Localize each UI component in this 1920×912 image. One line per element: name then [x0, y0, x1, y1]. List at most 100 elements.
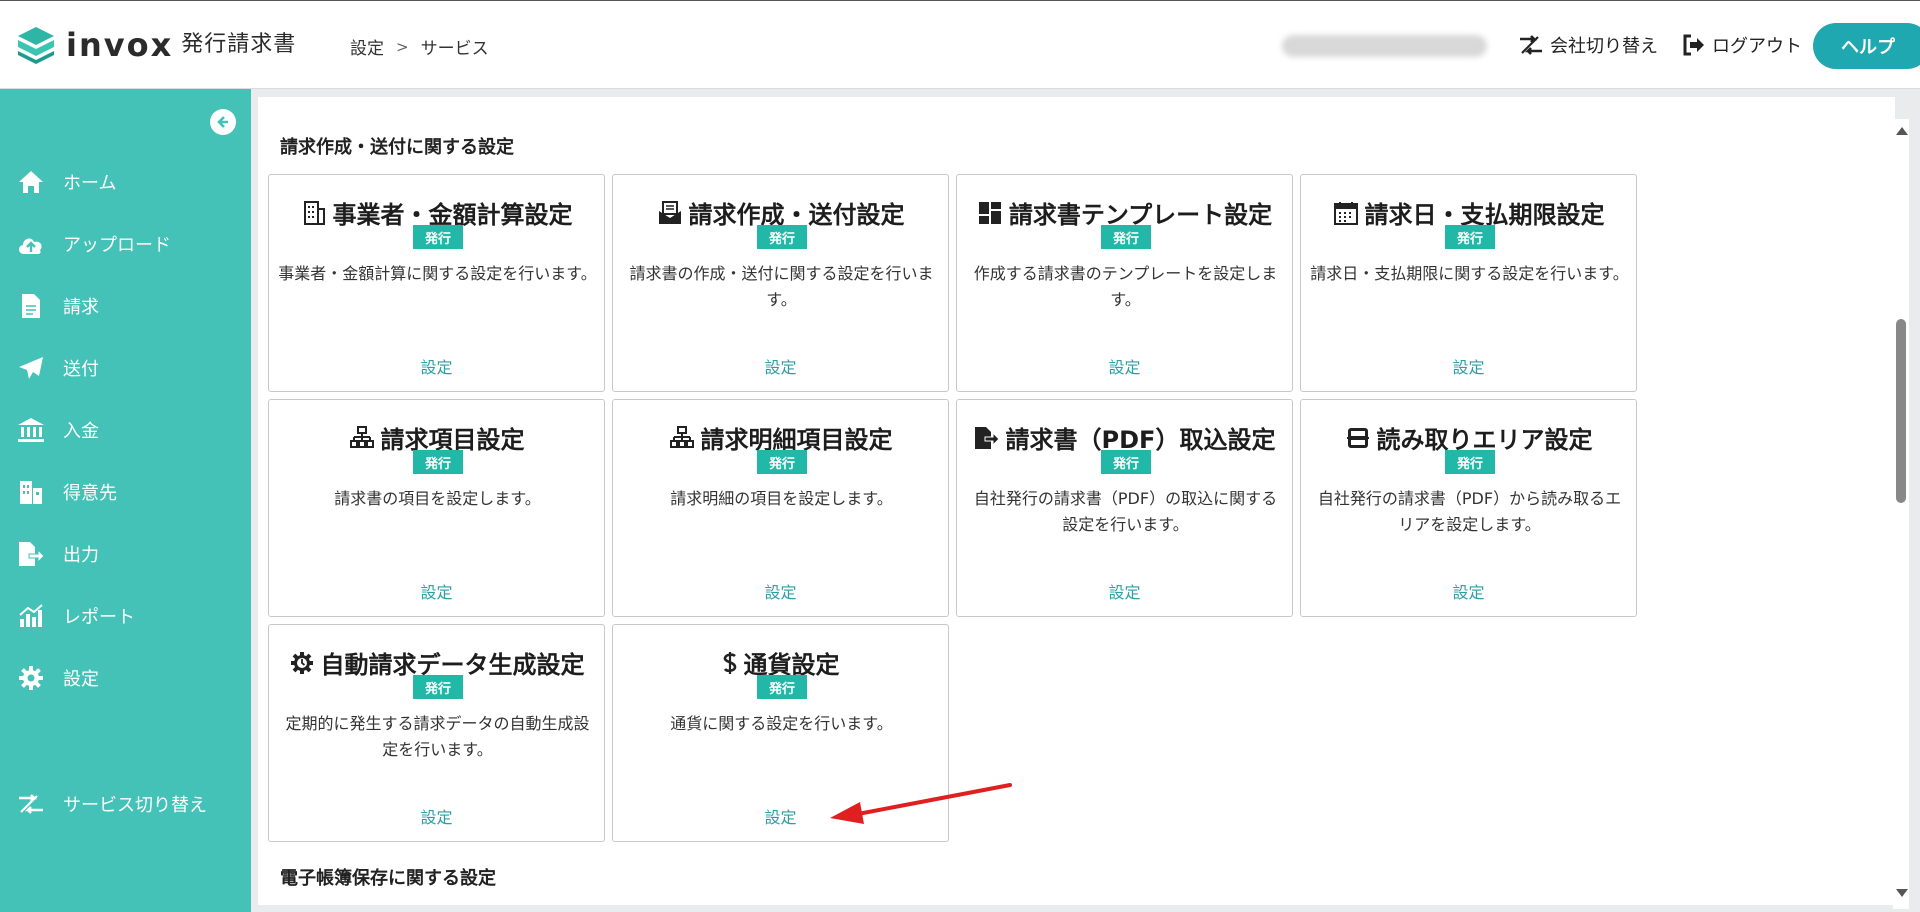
issue-badge: 発行 — [757, 675, 807, 699]
file-import-icon — [974, 425, 1000, 451]
service-switch-label: サービス切り替え — [63, 795, 207, 816]
card-settings-link[interactable]: 設定 — [613, 579, 948, 603]
logout-label: ログアウト — [1712, 36, 1802, 57]
logo-product-name: 発行請求書 — [181, 32, 297, 57]
envelope-icon — [657, 200, 683, 226]
switch-arrows-icon — [16, 789, 46, 819]
card-settings-link[interactable]: 設定 — [957, 579, 1292, 603]
card-description: 請求書の項目を設定します。 — [334, 489, 541, 508]
sidebar-item-label: 請求 — [63, 297, 99, 318]
sidebar: ホーム アップロード 請求 送付 入金 得意先 出力 レポート 設定 サービス切… — [0, 89, 251, 912]
card-description: 作成する請求書のテンプレートを設定します。 — [973, 264, 1278, 309]
section-title-e-book-storage: 電子帳簿保存に関する設定 — [280, 868, 496, 889]
card-business-calculation: 事業者・金額計算設定 発行 事業者・金額計算に関する設定を行います。 設定 — [268, 174, 605, 392]
sidebar-item-label: ホーム — [63, 173, 117, 194]
sidebar-item-home[interactable]: ホーム — [16, 167, 116, 197]
sitemap-icon — [669, 425, 695, 451]
card-settings-link[interactable]: 設定 — [269, 804, 604, 828]
building-icon — [301, 200, 327, 226]
card-description: 事業者・金額計算に関する設定を行います。 — [278, 264, 597, 283]
help-button[interactable]: ヘルプ — [1813, 23, 1920, 69]
issue-badge: 発行 — [413, 225, 463, 249]
card-description: 請求明細の項目を設定します。 — [670, 489, 893, 508]
card-invoice-detail-items: 請求明細項目設定 発行 請求明細の項目を設定します。 設定 — [612, 399, 949, 617]
logout-icon — [1683, 34, 1704, 56]
card-description: 自社発行の請求書（PDF）から読み取るエリアを設定します。 — [1317, 489, 1622, 534]
scroll-up-arrow-icon[interactable] — [1896, 127, 1908, 135]
auto-gear-icon — [289, 650, 315, 676]
card-description: 通貨に関する設定を行います。 — [670, 714, 893, 733]
breadcrumb-chevron-icon: > — [396, 37, 409, 56]
section-title-invoice-creation: 請求作成・送付に関する設定 — [280, 137, 514, 158]
card-settings-link[interactable]: 設定 — [1301, 354, 1636, 378]
sidebar-item-customers[interactable]: 得意先 — [16, 477, 117, 507]
issue-badge: 発行 — [757, 225, 807, 249]
sidebar-item-label: 得意先 — [63, 483, 117, 504]
paper-plane-icon — [16, 353, 46, 383]
issue-badge: 発行 — [1101, 225, 1151, 249]
settings-panel: 請求作成・送付に関する設定 事業者・金額計算設定 発行 事業者・金額計算に関する… — [258, 97, 1895, 905]
card-auto-invoice-generation: 自動請求データ生成設定 発行 定期的に発生する請求データの自動生成設定を行います… — [268, 624, 605, 842]
sitemap-icon — [349, 425, 375, 451]
breadcrumb-item-service: サービス — [420, 39, 489, 59]
logout-button[interactable]: ログアウト — [1682, 32, 1802, 58]
sidebar-item-send[interactable]: 送付 — [16, 353, 99, 383]
breadcrumb: 設定 > サービス — [350, 34, 489, 60]
breadcrumb-item-settings[interactable]: 設定 — [350, 34, 384, 59]
company-switch-label: 会社切り替え — [1550, 36, 1658, 57]
cloud-upload-icon — [16, 229, 46, 259]
sidebar-item-settings[interactable]: 設定 — [16, 663, 99, 693]
issue-badge: 発行 — [757, 450, 807, 474]
calendar-icon — [1333, 200, 1359, 226]
arrow-left-icon — [217, 116, 228, 128]
issue-badge: 発行 — [1445, 225, 1495, 249]
card-settings-link[interactable]: 設定 — [269, 579, 604, 603]
issue-badge: 発行 — [1445, 450, 1495, 474]
chart-icon — [16, 601, 46, 631]
sidebar-item-invoice[interactable]: 請求 — [16, 291, 99, 321]
sidebar-item-report[interactable]: レポート — [16, 601, 135, 631]
sidebar-item-label: 入金 — [63, 421, 99, 442]
sidebar-item-label: アップロード — [63, 235, 171, 256]
dollar-icon — [722, 650, 738, 676]
service-switch-button[interactable]: サービス切り替え — [16, 789, 207, 819]
building-icon — [16, 477, 46, 507]
sidebar-item-upload[interactable]: アップロード — [16, 229, 171, 259]
file-export-icon — [16, 539, 46, 569]
card-invoice-template: 請求書テンプレート設定 発行 作成する請求書のテンプレートを設定します。 設定 — [956, 174, 1293, 392]
company-switch-button[interactable]: 会社切り替え — [1518, 32, 1658, 58]
logo-mark-icon — [18, 27, 54, 64]
main-scrollbar[interactable] — [1893, 119, 1909, 909]
card-invoice-creation-send: 請求作成・送付設定 発行 請求書の作成・送付に関する設定を行います。 設定 — [612, 174, 949, 392]
sidebar-collapse-button[interactable] — [210, 109, 236, 135]
card-pdf-import: 請求書（PDF）取込設定 発行 自社発行の請求書（PDF）の取込に関する設定を行… — [956, 399, 1293, 617]
sidebar-item-label: レポート — [63, 607, 135, 628]
issue-badge: 発行 — [413, 675, 463, 699]
scroll-down-arrow-icon[interactable] — [1896, 889, 1908, 897]
scrollbar-thumb[interactable] — [1896, 319, 1906, 503]
app-logo[interactable]: invox 発行請求書 — [16, 25, 296, 65]
sidebar-item-label: 送付 — [63, 359, 99, 380]
sidebar-item-payment[interactable]: 入金 — [16, 415, 99, 445]
scan-icon — [1345, 425, 1371, 451]
app-header: invox 発行請求書 設定 > サービス 会社切り替え ログアウト ヘルプ — [0, 0, 1920, 89]
sidebar-item-export[interactable]: 出力 — [16, 539, 99, 569]
logo-wordmark: invox — [66, 26, 174, 64]
card-reading-area: 読み取りエリア設定 発行 自社発行の請求書（PDF）から読み取るエリアを設定しま… — [1300, 399, 1637, 617]
switch-arrows-icon — [1520, 35, 1542, 55]
card-settings-link[interactable]: 設定 — [613, 804, 948, 828]
sidebar-item-label: 設定 — [63, 669, 99, 690]
card-invoice-items: 請求項目設定 発行 請求書の項目を設定します。 設定 — [268, 399, 605, 617]
card-settings-link[interactable]: 設定 — [269, 354, 604, 378]
dashboard-icon — [977, 200, 1003, 226]
card-description: 定期的に発生する請求データの自動生成設定を行います。 — [285, 714, 590, 759]
card-settings-link[interactable]: 設定 — [613, 354, 948, 378]
card-currency: 通貨設定 発行 通貨に関する設定を行います。 設定 — [612, 624, 949, 842]
home-icon — [16, 167, 46, 197]
card-settings-link[interactable]: 設定 — [957, 354, 1292, 378]
card-description: 請求日・支払期限に関する設定を行います。 — [1310, 264, 1629, 283]
bank-icon — [16, 415, 46, 445]
card-settings-link[interactable]: 設定 — [1301, 579, 1636, 603]
card-description: 請求書の作成・送付に関する設定を行います。 — [629, 264, 934, 309]
issue-badge: 発行 — [413, 450, 463, 474]
